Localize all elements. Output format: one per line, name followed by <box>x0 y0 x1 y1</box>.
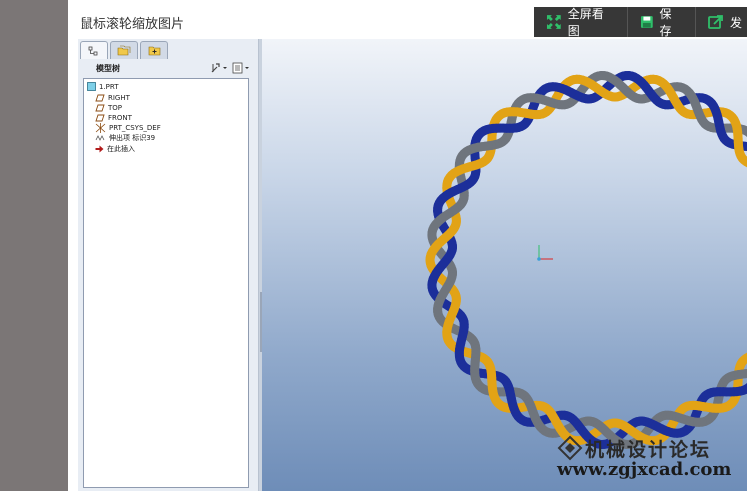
save-button[interactable]: 保存 <box>628 7 696 38</box>
datum-plane-icon <box>95 94 105 101</box>
tab-folder-browser[interactable] <box>110 41 138 59</box>
braided-ring <box>425 71 747 449</box>
tree-icon <box>88 46 98 55</box>
tree-settings-button[interactable] <box>208 60 230 75</box>
datum-plane-icon <box>95 104 105 111</box>
image-toolbar: 全屏看图 保存 发 <box>534 7 747 38</box>
tree-item-label: FRONT <box>108 113 132 122</box>
favorites-folder-icon <box>148 46 160 56</box>
strand-segment <box>456 335 467 348</box>
insert-arrow-icon <box>95 145 104 152</box>
tree-item-label: RIGHT <box>108 93 130 102</box>
site-logo-icon <box>557 435 583 461</box>
tree-item-label: 1.PRT <box>99 82 119 91</box>
coordinate-axes-icon <box>537 245 553 261</box>
watermark-url: www.zgjxcad.com <box>557 459 732 480</box>
share-icon <box>708 15 723 29</box>
fullscreen-label: 全屏看图 <box>567 7 604 38</box>
strand-segment <box>691 100 702 113</box>
datum-plane-icon <box>95 114 105 121</box>
strand-segment <box>441 209 453 221</box>
send-label: 发 <box>729 15 742 30</box>
strand-segment <box>449 185 462 196</box>
tab-favorites[interactable] <box>140 41 168 59</box>
tab-model-tree[interactable] <box>80 41 108 59</box>
floppy-disk-icon <box>640 16 653 28</box>
model-tree-header: 模型树 <box>80 59 252 77</box>
folders-icon <box>117 45 131 56</box>
wrench-dropdown-icon <box>211 62 227 72</box>
strand-segment <box>445 311 456 324</box>
strand-segment <box>461 162 474 173</box>
navigator-tabs <box>80 41 170 59</box>
tree-item-label: 伸出项 标识39 <box>109 133 156 142</box>
strand-segment <box>701 402 714 413</box>
strand-segment <box>438 286 450 299</box>
tree-item-extrude[interactable]: 伸出项 标识39 <box>95 132 155 143</box>
model-tree-list: 1.PRT RIGHT TOP FRONT PRT_CSYS_DEF 伸出项 标… <box>83 78 249 488</box>
strand-segment <box>563 86 576 98</box>
strand-segment <box>552 418 563 431</box>
fullscreen-icon <box>546 15 561 29</box>
strand-segment <box>615 80 628 92</box>
strand-segment <box>435 260 447 273</box>
strand-segment <box>641 83 653 95</box>
part-icon <box>87 82 96 91</box>
left-gray-margin <box>0 0 68 491</box>
strand-segment <box>506 393 517 407</box>
strand-segment <box>589 81 602 93</box>
list-dropdown-icon <box>232 62 249 73</box>
tree-item-label: 在此插入 <box>107 144 135 153</box>
strand-segment <box>516 107 529 118</box>
tree-display-button[interactable] <box>230 60 252 75</box>
strand-segment <box>539 95 552 106</box>
tree-item-label: TOP <box>108 103 123 112</box>
tree-item-insert-here[interactable]: 在此插入 <box>95 143 135 154</box>
twisted-ring-model <box>425 71 747 449</box>
page-title: 鼠标滚轮缩放图片 <box>80 17 185 32</box>
strand-segment <box>528 407 539 420</box>
3d-graphics-viewport[interactable] <box>262 39 747 491</box>
save-label: 保存 <box>659 7 672 38</box>
strand-segment <box>577 425 589 437</box>
coordinate-system-icon <box>95 122 106 133</box>
model-tree-title: 模型树 <box>96 63 120 73</box>
cad-application-window: 模型树 1.PRT RIGHT TOP FRONT PRT_CSYS_DEF 伸… <box>78 39 747 491</box>
navigator-panel: 模型树 1.PRT RIGHT TOP FRONT PRT_CSYS_DEF 伸… <box>78 39 259 491</box>
watermark-site-name: 机械设计论坛 <box>585 439 712 461</box>
strand-segment <box>667 89 678 102</box>
strand-segment <box>678 414 691 425</box>
site-watermark: 机械设计论坛 www.zgjxcad.com <box>555 433 747 491</box>
send-button[interactable]: 发 <box>696 7 747 37</box>
fullscreen-button[interactable]: 全屏看图 <box>534 7 628 38</box>
tree-item-label: PRT_CSYS_DEF <box>109 123 161 132</box>
strand-segment <box>436 234 448 247</box>
extrude-feature-icon <box>95 134 105 141</box>
model-tree-tools <box>208 60 252 75</box>
tree-item-part[interactable]: 1.PRT <box>87 81 119 92</box>
strand-segment <box>654 422 667 434</box>
strand-segment <box>713 113 724 127</box>
